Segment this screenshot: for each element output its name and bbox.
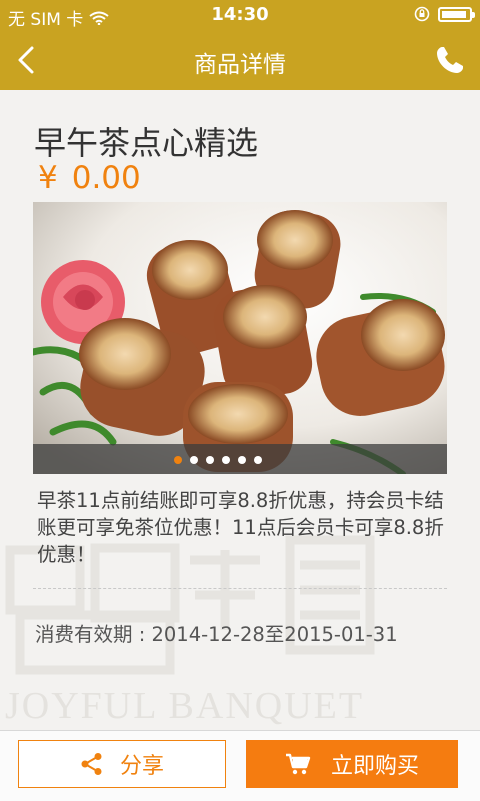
product-description: 早茶11点前结账即可享8.8折优惠，持会员卡结账更可享免茶位优惠！11点后会员卡… [37, 489, 444, 566]
share-icon [81, 753, 102, 775]
share-label: 分享 [119, 754, 164, 779]
divider [33, 588, 447, 589]
carousel-dot[interactable] [174, 456, 182, 464]
product-name: 早午茶点心精选 [34, 124, 259, 162]
carousel-dot[interactable] [206, 456, 214, 464]
shopping-cart-icon [285, 753, 311, 775]
price-value: 0.00 [71, 160, 141, 196]
page-title: 商品详情 [194, 52, 286, 78]
nav-bar: 商品详情 [0, 30, 480, 90]
status-right-icons [414, 6, 475, 22]
orientation-lock-icon [414, 6, 430, 22]
validity-range: 2014-12-28至2015-01-31 [151, 623, 398, 646]
carousel-dot[interactable] [190, 456, 198, 464]
detail-content[interactable]: JOYFUL BANQUET 早午茶点心精选 ¥0.00 早茶11点前结账即可享… [0, 90, 480, 730]
status-time: 14:30 [211, 4, 269, 25]
carousel-indicator-bar [33, 444, 447, 474]
phone-icon[interactable] [434, 44, 466, 76]
bottom-action-bar: 分享 立即购买 [0, 730, 480, 801]
carousel-dot[interactable] [254, 456, 262, 464]
dim-sum-rolls-photo [33, 202, 447, 474]
buy-now-button[interactable]: 立即购买 [246, 740, 458, 788]
carousel-dot[interactable] [222, 456, 230, 464]
validity-period: 消费有效期 : 2014-12-28至2015-01-31 [35, 618, 398, 647]
product-price: ¥0.00 [38, 160, 141, 196]
carousel-dots[interactable] [33, 456, 425, 464]
buy-now-label: 立即购买 [330, 754, 419, 779]
currency-symbol: ¥ [38, 160, 58, 196]
battery-icon [438, 6, 475, 22]
status-bar: 无 SIM 卡 14:30 [0, 0, 480, 30]
share-button[interactable]: 分享 [18, 740, 226, 788]
product-card: 早午茶点心精选 ¥0.00 早茶11点前结账即可享8.8折优惠，持会员卡结账更可… [0, 90, 480, 730]
carousel-dot[interactable] [238, 456, 246, 464]
validity-label: 消费有效期 : [35, 623, 152, 646]
product-image-carousel[interactable] [33, 202, 447, 474]
